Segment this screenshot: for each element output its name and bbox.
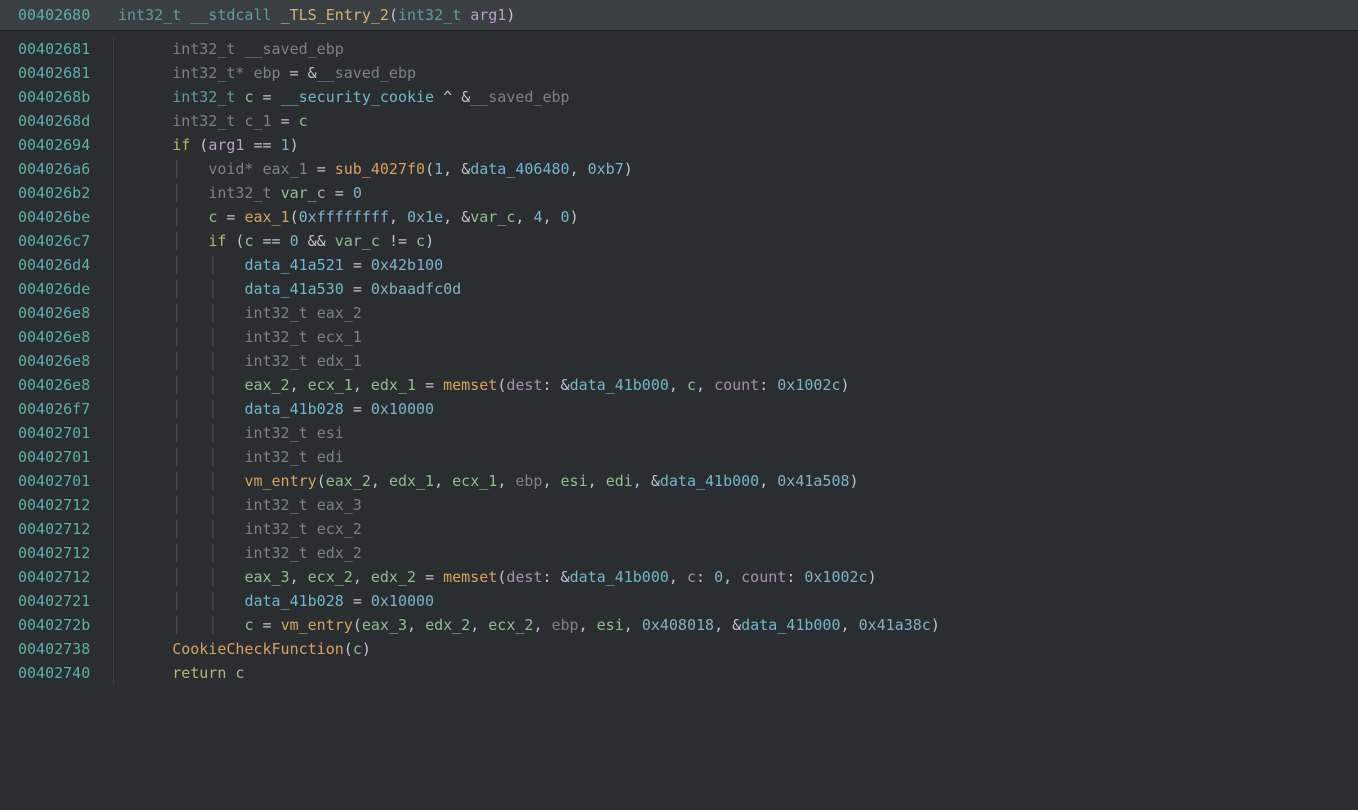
code-line[interactable]: 004026e8 │ │ int32_t ecx_1 xyxy=(18,325,1358,349)
code-tokens[interactable]: │ │ eax_2, ecx_1, edx_1 = memset(dest: &… xyxy=(118,373,850,397)
line-address[interactable]: 004026e8 xyxy=(18,301,118,325)
code-tokens[interactable]: │ │ int32_t eax_2 xyxy=(118,301,362,325)
code-tokens[interactable]: │ │ c = vm_entry(eax_3, edx_2, ecx_2, eb… xyxy=(118,613,940,637)
code-line[interactable]: 00402681 int32_t __saved_ebp xyxy=(18,37,1358,61)
line-address[interactable]: 00402712 xyxy=(18,517,118,541)
code-line[interactable]: 004026a6 │ void* eax_1 = sub_4027f0(1, &… xyxy=(18,157,1358,181)
line-address[interactable]: 00402712 xyxy=(18,493,118,517)
code-tokens[interactable]: │ │ eax_3, ecx_2, edx_2 = memset(dest: &… xyxy=(118,565,877,589)
code-line[interactable]: 0040268d int32_t c_1 = c xyxy=(18,109,1358,133)
line-address[interactable]: 004026d4 xyxy=(18,253,118,277)
code-line[interactable]: 0040272b │ │ c = vm_entry(eax_3, edx_2, … xyxy=(18,613,1358,637)
code-tokens[interactable]: │ │ data_41b028 = 0x10000 xyxy=(118,397,434,421)
line-address[interactable]: 004026f7 xyxy=(18,397,118,421)
line-address[interactable]: 0040268d xyxy=(18,109,118,133)
code-tokens[interactable]: │ void* eax_1 = sub_4027f0(1, &data_4064… xyxy=(118,157,633,181)
code-line[interactable]: 004026f7 │ │ data_41b028 = 0x10000 xyxy=(18,397,1358,421)
line-address[interactable]: 004026de xyxy=(18,277,118,301)
code-tokens[interactable]: │ c = eax_1(0xffffffff, 0x1e, &var_c, 4,… xyxy=(118,205,579,229)
code-tokens[interactable]: │ int32_t var_c = 0 xyxy=(118,181,362,205)
code-tokens[interactable]: return c xyxy=(118,661,244,685)
line-address[interactable]: 004026c7 xyxy=(18,229,118,253)
line-address[interactable]: 00402701 xyxy=(18,469,118,493)
line-address[interactable]: 00402712 xyxy=(18,565,118,589)
code-tokens[interactable]: │ │ int32_t edx_2 xyxy=(118,541,362,565)
code-line[interactable]: 00402701 │ │ int32_t edi xyxy=(18,445,1358,469)
code-line[interactable]: 00402740 return c xyxy=(18,661,1358,685)
code-line[interactable]: 00402712 │ │ int32_t ecx_2 xyxy=(18,517,1358,541)
code-line[interactable]: 00402712 │ │ eax_3, ecx_2, edx_2 = memse… xyxy=(18,565,1358,589)
line-address[interactable]: 004026b2 xyxy=(18,181,118,205)
code-tokens[interactable]: │ │ data_41b028 = 0x10000 xyxy=(118,589,434,613)
code-tokens[interactable]: │ │ data_41a521 = 0x42b100 xyxy=(118,253,443,277)
code-line[interactable]: 004026e8 │ │ int32_t eax_2 xyxy=(18,301,1358,325)
code-tokens[interactable]: │ │ data_41a530 = 0xbaadfc0d xyxy=(118,277,461,301)
decompiler-body: 00402681 int32_t __saved_ebp00402681 int… xyxy=(0,31,1358,685)
code-line[interactable]: 0040268b int32_t c = __security_cookie ^… xyxy=(18,85,1358,109)
line-address[interactable]: 00402681 xyxy=(18,61,118,85)
code-tokens[interactable]: │ │ int32_t ecx_2 xyxy=(118,517,362,541)
code-tokens[interactable]: │ │ vm_entry(eax_2, edx_1, ecx_1, ebp, e… xyxy=(118,469,859,493)
code-tokens[interactable]: │ │ int32_t esi xyxy=(118,421,344,445)
code-line[interactable]: 004026e8 │ │ int32_t edx_1 xyxy=(18,349,1358,373)
function-signature[interactable]: int32_t __stdcall _TLS_Entry_2(int32_t a… xyxy=(118,3,515,27)
line-address[interactable]: 004026e8 xyxy=(18,349,118,373)
line-address[interactable]: 00402701 xyxy=(18,421,118,445)
header-address[interactable]: 00402680 xyxy=(18,3,118,27)
code-line[interactable]: 004026e8 │ │ eax_2, ecx_1, edx_1 = memse… xyxy=(18,373,1358,397)
line-address[interactable]: 00402740 xyxy=(18,661,118,685)
code-line[interactable]: 00402701 │ │ vm_entry(eax_2, edx_1, ecx_… xyxy=(18,469,1358,493)
line-address[interactable]: 004026e8 xyxy=(18,373,118,397)
line-address[interactable]: 0040268b xyxy=(18,85,118,109)
code-tokens[interactable]: │ │ int32_t eax_3 xyxy=(118,493,362,517)
code-line[interactable]: 00402694 if (arg1 == 1) xyxy=(18,133,1358,157)
code-line[interactable]: 00402712 │ │ int32_t eax_3 xyxy=(18,493,1358,517)
line-address[interactable]: 00402681 xyxy=(18,37,118,61)
code-tokens[interactable]: │ │ int32_t edx_1 xyxy=(118,349,362,373)
line-address[interactable]: 00402694 xyxy=(18,133,118,157)
code-tokens[interactable]: │ │ int32_t ecx_1 xyxy=(118,325,362,349)
code-line[interactable]: 004026b2 │ int32_t var_c = 0 xyxy=(18,181,1358,205)
code-tokens[interactable]: │ if (c == 0 && var_c != c) xyxy=(118,229,434,253)
code-line[interactable]: 00402681 int32_t* ebp = &__saved_ebp xyxy=(18,61,1358,85)
line-address[interactable]: 00402701 xyxy=(18,445,118,469)
code-tokens[interactable]: int32_t c_1 = c xyxy=(118,109,308,133)
code-line[interactable]: 00402721 │ │ data_41b028 = 0x10000 xyxy=(18,589,1358,613)
line-address[interactable]: 00402712 xyxy=(18,541,118,565)
line-address[interactable]: 0040272b xyxy=(18,613,118,637)
code-tokens[interactable]: if (arg1 == 1) xyxy=(118,133,299,157)
line-address[interactable]: 00402738 xyxy=(18,637,118,661)
line-address[interactable]: 004026e8 xyxy=(18,325,118,349)
code-line[interactable]: 004026de │ │ data_41a530 = 0xbaadfc0d xyxy=(18,277,1358,301)
code-tokens[interactable]: int32_t c = __security_cookie ^ &__saved… xyxy=(118,85,570,109)
code-line[interactable]: 004026be │ c = eax_1(0xffffffff, 0x1e, &… xyxy=(18,205,1358,229)
code-tokens[interactable]: CookieCheckFunction(c) xyxy=(118,637,371,661)
function-header: 00402680 int32_t __stdcall _TLS_Entry_2(… xyxy=(0,0,1358,31)
code-tokens[interactable]: int32_t* ebp = &__saved_ebp xyxy=(118,61,416,85)
code-tokens[interactable]: int32_t __saved_ebp xyxy=(118,37,344,61)
code-line[interactable]: 00402701 │ │ int32_t esi xyxy=(18,421,1358,445)
code-line[interactable]: 004026d4 │ │ data_41a521 = 0x42b100 xyxy=(18,253,1358,277)
code-line[interactable]: 00402738 CookieCheckFunction(c) xyxy=(18,637,1358,661)
code-line[interactable]: 004026c7 │ if (c == 0 && var_c != c) xyxy=(18,229,1358,253)
line-address[interactable]: 004026be xyxy=(18,205,118,229)
line-address[interactable]: 004026a6 xyxy=(18,157,118,181)
code-line[interactable]: 00402712 │ │ int32_t edx_2 xyxy=(18,541,1358,565)
line-address[interactable]: 00402721 xyxy=(18,589,118,613)
code-tokens[interactable]: │ │ int32_t edi xyxy=(118,445,344,469)
